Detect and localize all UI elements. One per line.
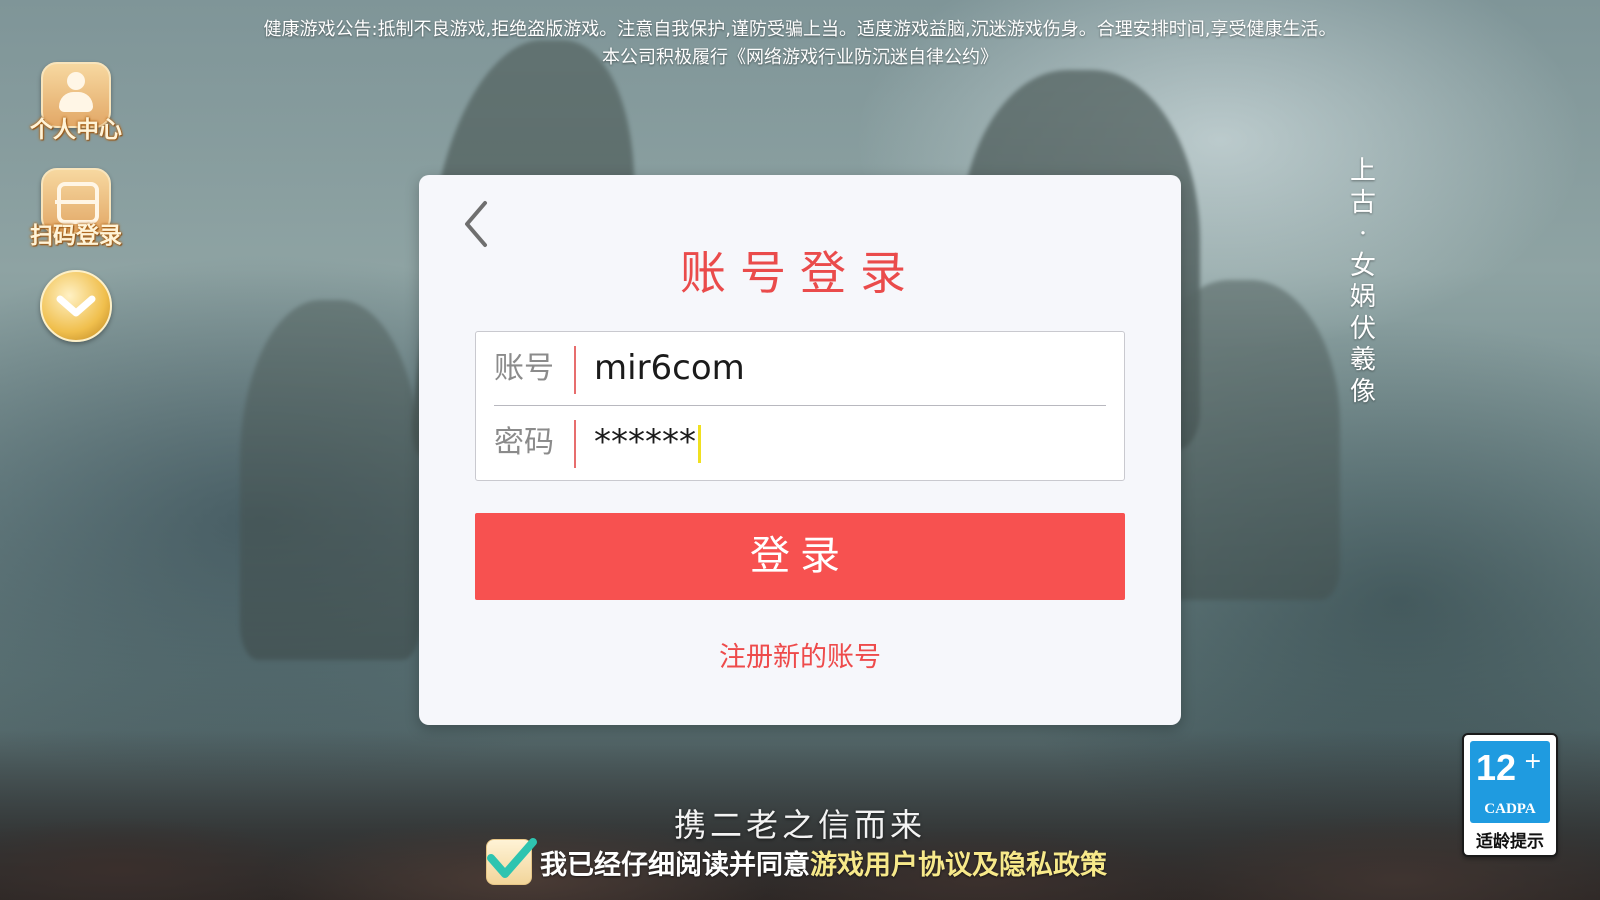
collapse-menu-button[interactable] bbox=[40, 270, 112, 342]
field-divider bbox=[574, 346, 576, 394]
account-label: 账号 bbox=[494, 351, 554, 386]
password-input-value: ****** bbox=[594, 422, 696, 462]
health-notice: 健康游戏公告:抵制不良游戏,拒绝盗版游戏。注意自我保护,谨防受骗上当。适度游戏益… bbox=[0, 16, 1600, 72]
age-rating-plus: + bbox=[1523, 749, 1542, 774]
account-row: 账号 mir6com bbox=[476, 332, 1124, 406]
health-notice-line2: 本公司积极履行《网络游戏行业防沉迷自律公约》 bbox=[602, 47, 998, 68]
scan-login-button[interactable]: 扫码登录 bbox=[22, 168, 130, 250]
artwork-title: 上古·女娲伏羲像 bbox=[1349, 156, 1376, 407]
panel-title: 账号登录 bbox=[680, 246, 920, 300]
account-input-value: mir6com bbox=[594, 348, 745, 388]
agreement-link[interactable]: 游戏用户协议及隐私政策 bbox=[810, 843, 1107, 882]
text-caret bbox=[698, 424, 701, 463]
age-rating-note: 适龄提示 bbox=[1476, 832, 1544, 852]
password-label: 密码 bbox=[494, 425, 554, 460]
age-rating-panel: 12 + CADPA bbox=[1470, 741, 1550, 823]
login-panel: 账号登录 账号 mir6com 密码 ****** 登录 注册新的账号 bbox=[419, 175, 1181, 725]
password-row: 密码 ****** bbox=[476, 406, 1124, 480]
personal-center-button[interactable]: 个人中心 bbox=[22, 62, 130, 144]
health-notice-line1: 健康游戏公告:抵制不良游戏,拒绝盗版游戏。注意自我保护,谨防受骗上当。适度游戏益… bbox=[263, 19, 1337, 40]
age-rating-badge: 12 + CADPA 适龄提示 bbox=[1462, 733, 1558, 857]
register-link[interactable]: 注册新的账号 bbox=[419, 635, 1181, 674]
chevron-down-icon bbox=[56, 295, 96, 317]
field-divider bbox=[574, 420, 576, 468]
account-input[interactable]: mir6com bbox=[594, 346, 1094, 390]
personal-center-label: 个人中心 bbox=[30, 117, 122, 143]
password-input[interactable]: ****** bbox=[594, 420, 1094, 464]
scan-login-label: 扫码登录 bbox=[30, 223, 122, 249]
age-rating-value: 12 bbox=[1476, 747, 1517, 788]
agreement-checkbox[interactable] bbox=[486, 838, 537, 885]
checkmark-icon bbox=[487, 838, 537, 878]
agreement-row: 我已经仔细阅读并同意 游戏用户协议及隐私政策 bbox=[486, 838, 1107, 886]
login-form: 账号 mir6com 密码 ****** bbox=[475, 331, 1125, 481]
login-button[interactable]: 登录 bbox=[475, 513, 1125, 600]
age-rating-org: CADPA bbox=[1484, 801, 1536, 817]
background-mountain bbox=[240, 300, 420, 660]
agreement-text: 我已经仔细阅读并同意 bbox=[540, 849, 810, 881]
